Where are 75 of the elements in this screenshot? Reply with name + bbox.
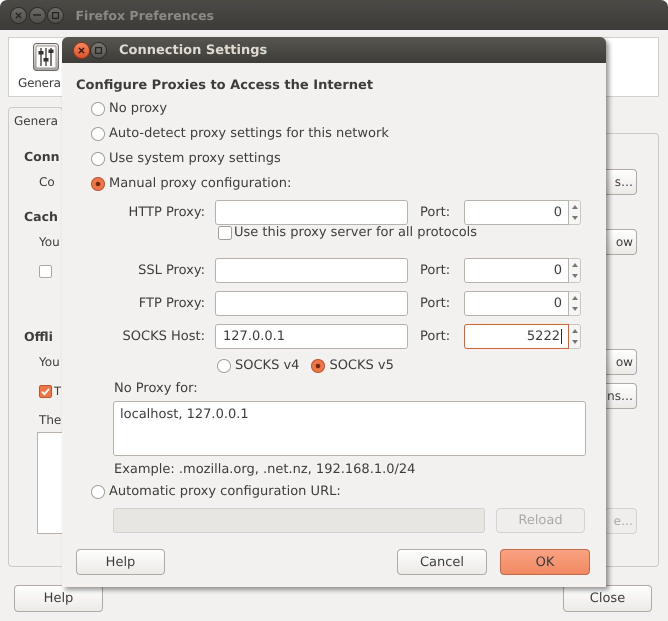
port-label: Port: (420, 262, 450, 278)
list-box[interactable] (37, 432, 63, 534)
dialog-title: Connection Settings (119, 42, 268, 58)
spin-up-button[interactable] (569, 324, 581, 336)
checkbox-option[interactable]: T (39, 383, 62, 399)
field-label: No Proxy for: (114, 381, 198, 397)
maximize-icon (52, 12, 59, 18)
window-close-button[interactable] (72, 42, 90, 58)
description-text: You (39, 234, 60, 250)
up-triangle-icon (572, 296, 578, 300)
port-field[interactable]: 0 (464, 200, 569, 225)
up-triangle-icon (572, 204, 578, 209)
sliders-icon (33, 43, 59, 71)
up-triangle-icon (572, 262, 578, 267)
spin-up-button[interactable] (569, 291, 581, 304)
footer-button[interactable]: Help (14, 585, 103, 612)
text-area[interactable]: localhost, 127.0.0.1 (113, 401, 586, 456)
field-label: SOCKS Host: (122, 328, 205, 344)
description-text: You (39, 354, 60, 370)
up-triangle-icon (572, 328, 578, 333)
maximize-button[interactable] (90, 42, 106, 58)
section-heading: Configure Proxies to Access the Internet (76, 77, 374, 95)
port-label: Port: (420, 204, 450, 220)
port-field[interactable]: 0 (464, 291, 569, 316)
close-icon (78, 46, 84, 54)
section-heading: Offli (24, 328, 53, 346)
spin-down-button[interactable] (569, 336, 581, 349)
radio-option[interactable]: Manual proxy configuration: (91, 176, 292, 192)
field-label: HTTP Proxy: (128, 204, 205, 220)
maximize-button[interactable] (47, 6, 64, 24)
down-triangle-icon (572, 340, 578, 344)
field-label: SSL Proxy: (138, 262, 205, 278)
section-heading: Conn (24, 148, 60, 166)
description-text: The (39, 412, 62, 428)
window-close-button[interactable] (10, 6, 27, 24)
port-field[interactable]: 0 (464, 258, 569, 283)
host-field[interactable]: 127.0.0.1 (215, 324, 408, 349)
spin-up-button[interactable] (569, 200, 581, 212)
down-triangle-icon (572, 274, 578, 278)
port-label: Port: (420, 328, 450, 344)
port-field[interactable]: 5222 (464, 324, 569, 349)
footer-button[interactable]: Close (563, 585, 652, 612)
dialog-button[interactable]: Cancel (397, 549, 487, 575)
spin-down-button[interactable] (569, 270, 581, 283)
radio-option[interactable]: SOCKS v4 (217, 358, 300, 374)
radio-option[interactable]: No proxy (91, 101, 168, 117)
section-heading: Cach (24, 208, 58, 226)
radio-option[interactable]: Automatic proxy configuration URL: (91, 484, 341, 500)
down-triangle-icon (572, 307, 578, 312)
minimize-icon (33, 14, 41, 16)
hint-text: Example: .mozilla.org, .net.nz, 192.168.1.0/24 (114, 462, 416, 478)
radio-option[interactable]: SOCKS v5 (311, 358, 394, 374)
host-field[interactable] (215, 200, 408, 225)
host-field[interactable] (215, 291, 408, 316)
maximize-icon (94, 46, 102, 54)
text-cursor-icon (561, 329, 562, 344)
window-title: Firefox Preferences (76, 8, 214, 22)
toolbar-item[interactable]: Genera (18, 43, 61, 91)
host-field[interactable] (215, 258, 408, 283)
close-icon (15, 12, 22, 18)
spin-down-button[interactable] (569, 212, 581, 225)
tab[interactable]: Genera (8, 107, 63, 134)
dialog-button[interactable]: OK (500, 549, 590, 575)
dialog-button[interactable]: Help (76, 549, 165, 575)
checkbox[interactable] (39, 264, 52, 278)
radio-option[interactable]: Use system proxy settings (91, 151, 281, 167)
field-label: FTP Proxy: (138, 296, 205, 312)
down-triangle-icon (572, 216, 578, 220)
description-text: Co (39, 174, 55, 190)
checkbox-option[interactable]: Use this proxy server for all protocols (218, 225, 478, 241)
radio-option[interactable]: Auto-detect proxy settings for this network (91, 126, 389, 142)
spin-up-button[interactable] (569, 258, 581, 270)
minimize-button[interactable] (28, 6, 46, 24)
spin-down-button[interactable] (569, 304, 581, 316)
port-label: Port: (420, 296, 450, 312)
